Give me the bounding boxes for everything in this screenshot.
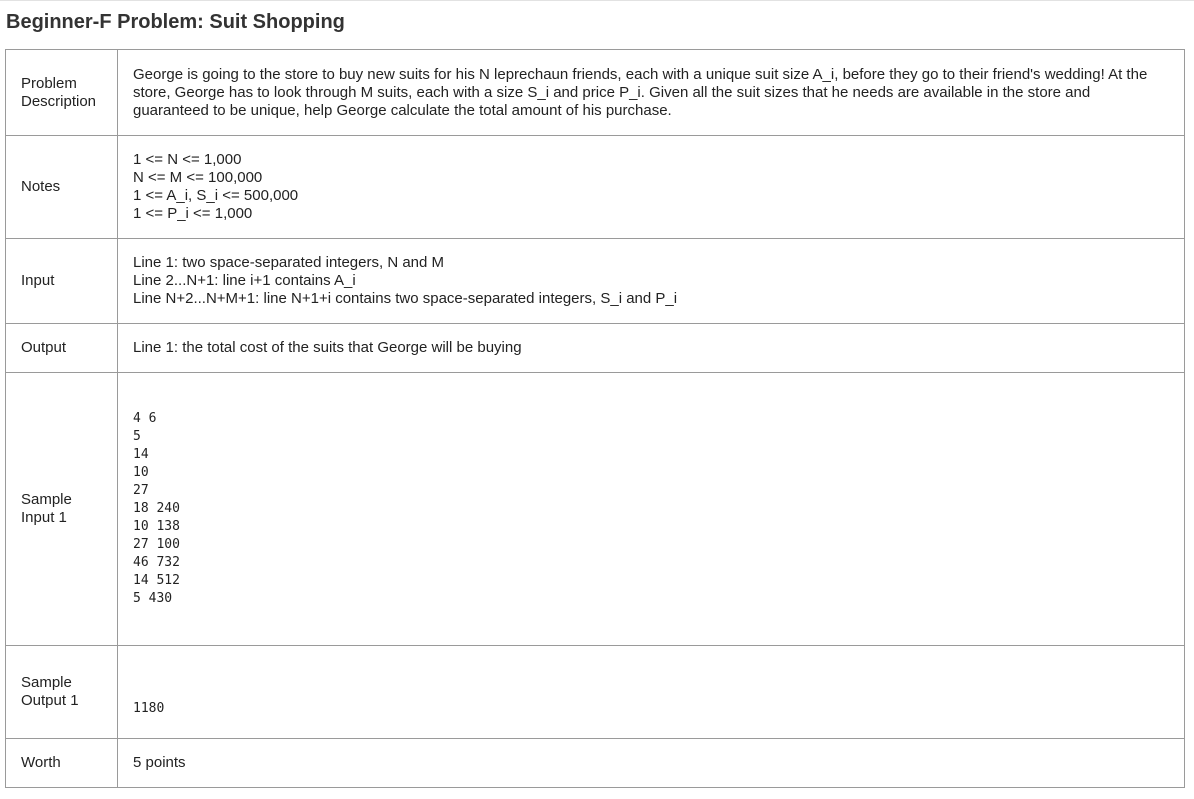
sample-input-line: 4 6	[133, 411, 157, 426]
label-line: Sample	[21, 491, 72, 508]
sample-input-line: 14 512	[133, 573, 180, 588]
sample-output-line: 1180	[133, 701, 165, 716]
sample-input-line: 18 240	[133, 501, 180, 516]
label-line: Description	[21, 92, 97, 110]
constraint-line: 1 <= P_i <= 1,000	[133, 205, 253, 222]
label-input: Input	[5, 238, 118, 324]
label-line: Input 1	[21, 509, 67, 526]
label-line: Input	[21, 272, 55, 289]
sample-input-content: 4 6 5 14 10 27 18 240 10 138 27 100 46 7…	[117, 372, 1185, 646]
label-line: Worth	[21, 754, 61, 771]
row-problem-description: Problem Description George is going to t…	[5, 49, 1185, 136]
sample-input-line: 10 138	[133, 519, 180, 534]
sample-output-content: 1180	[117, 645, 1185, 739]
label-worth: Worth	[5, 738, 118, 788]
output-line: Line 1: the total cost of the suits that…	[133, 339, 522, 356]
problem-description-text: George is going to the store to buy new …	[117, 49, 1185, 136]
row-output: Output Line 1: the total cost of the sui…	[5, 323, 1185, 373]
sample-input-line: 27 100	[133, 537, 180, 552]
constraint-line: N <= M <= 100,000	[133, 169, 263, 186]
input-line: Line 2...N+1: line i+1 contains A_i	[133, 272, 356, 289]
constraint-line: 1 <= A_i, S_i <= 500,000	[133, 187, 299, 204]
notes-content: 1 <= N <= 1,000 N <= M <= 100,000 1 <= A…	[117, 135, 1185, 239]
page-title: Beginner-F Problem: Suit Shopping	[6, 11, 345, 33]
sample-input-line: 46 732	[133, 555, 180, 570]
row-sample-output: Sample Output 1 1180	[5, 645, 1185, 739]
sample-input-line: 27	[133, 483, 149, 498]
row-notes: Notes 1 <= N <= 1,000 N <= M <= 100,000 …	[5, 135, 1185, 239]
label-line: Output	[21, 339, 67, 356]
output-content: Line 1: the total cost of the suits that…	[117, 323, 1185, 373]
worth-content: 5 points	[117, 738, 1185, 788]
input-line: Line 1: two space-separated integers, N …	[133, 254, 445, 271]
sample-input-line: 14	[133, 447, 149, 462]
label-problem-description: Problem Description	[5, 49, 118, 136]
constraint-line: 1 <= N <= 1,000	[133, 151, 242, 168]
label-sample-output: Sample Output 1	[5, 645, 118, 739]
sample-input-line: 10	[133, 465, 149, 480]
label-sample-input: Sample Input 1	[5, 372, 118, 646]
description-paragraph: George is going to the store to buy new …	[133, 65, 1148, 119]
label-output: Output	[5, 323, 118, 373]
label-line: Notes	[21, 178, 61, 195]
top-divider	[0, 0, 1194, 1]
input-content: Line 1: two space-separated integers, N …	[117, 238, 1185, 324]
sample-input-line: 5	[133, 429, 141, 444]
label-line: Sample	[21, 674, 72, 691]
label-line: Output 1	[21, 692, 79, 709]
problem-table: Problem Description George is going to t…	[5, 49, 1185, 788]
row-input: Input Line 1: two space-separated intege…	[5, 238, 1185, 324]
worth-value: 5 points	[133, 754, 186, 771]
input-line: Line N+2...N+M+1: line N+1+i contains tw…	[133, 290, 678, 307]
label-line: Problem	[21, 74, 77, 92]
sample-input-line: 5 430	[133, 591, 173, 606]
row-worth: Worth 5 points	[5, 738, 1185, 788]
row-sample-input: Sample Input 1 4 6 5 14 10 27 18 240 10 …	[5, 372, 1185, 646]
label-notes: Notes	[5, 135, 118, 239]
